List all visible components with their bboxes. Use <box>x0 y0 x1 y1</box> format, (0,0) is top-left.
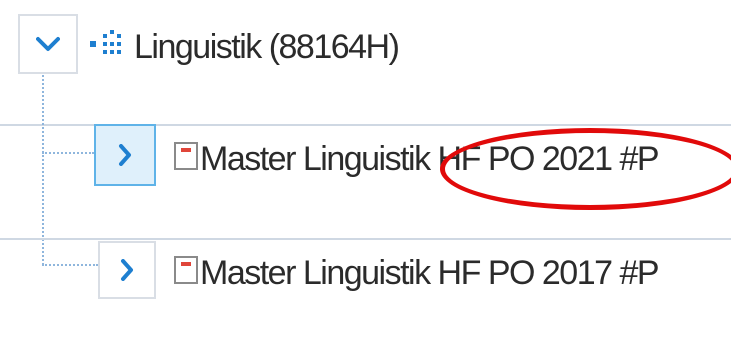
org-unit-icon <box>90 30 121 54</box>
document-icon <box>174 142 198 170</box>
document-icon <box>174 256 198 284</box>
tree-view: Linguistik (88164H) Master Linguistik HF… <box>0 0 731 350</box>
root-collapse-toggle[interactable] <box>18 14 78 74</box>
tree-node-label[interactable]: Master Linguistik HF PO 2017 #P <box>200 256 660 290</box>
tree-node-label[interactable]: Master Linguistik HF PO 2021 #P <box>200 142 660 176</box>
child-expand-toggle[interactable] <box>94 124 156 186</box>
tree-connector-branch <box>42 264 98 266</box>
tree-connector-vertical <box>42 75 44 265</box>
chevron-right-icon <box>119 144 131 166</box>
child-expand-toggle[interactable] <box>98 241 156 299</box>
chevron-down-icon <box>36 37 60 51</box>
row-divider <box>0 238 731 240</box>
chevron-right-icon <box>121 259 133 281</box>
tree-connector-branch <box>42 152 94 154</box>
root-node-label[interactable]: Linguistik (88164H) <box>134 30 400 64</box>
